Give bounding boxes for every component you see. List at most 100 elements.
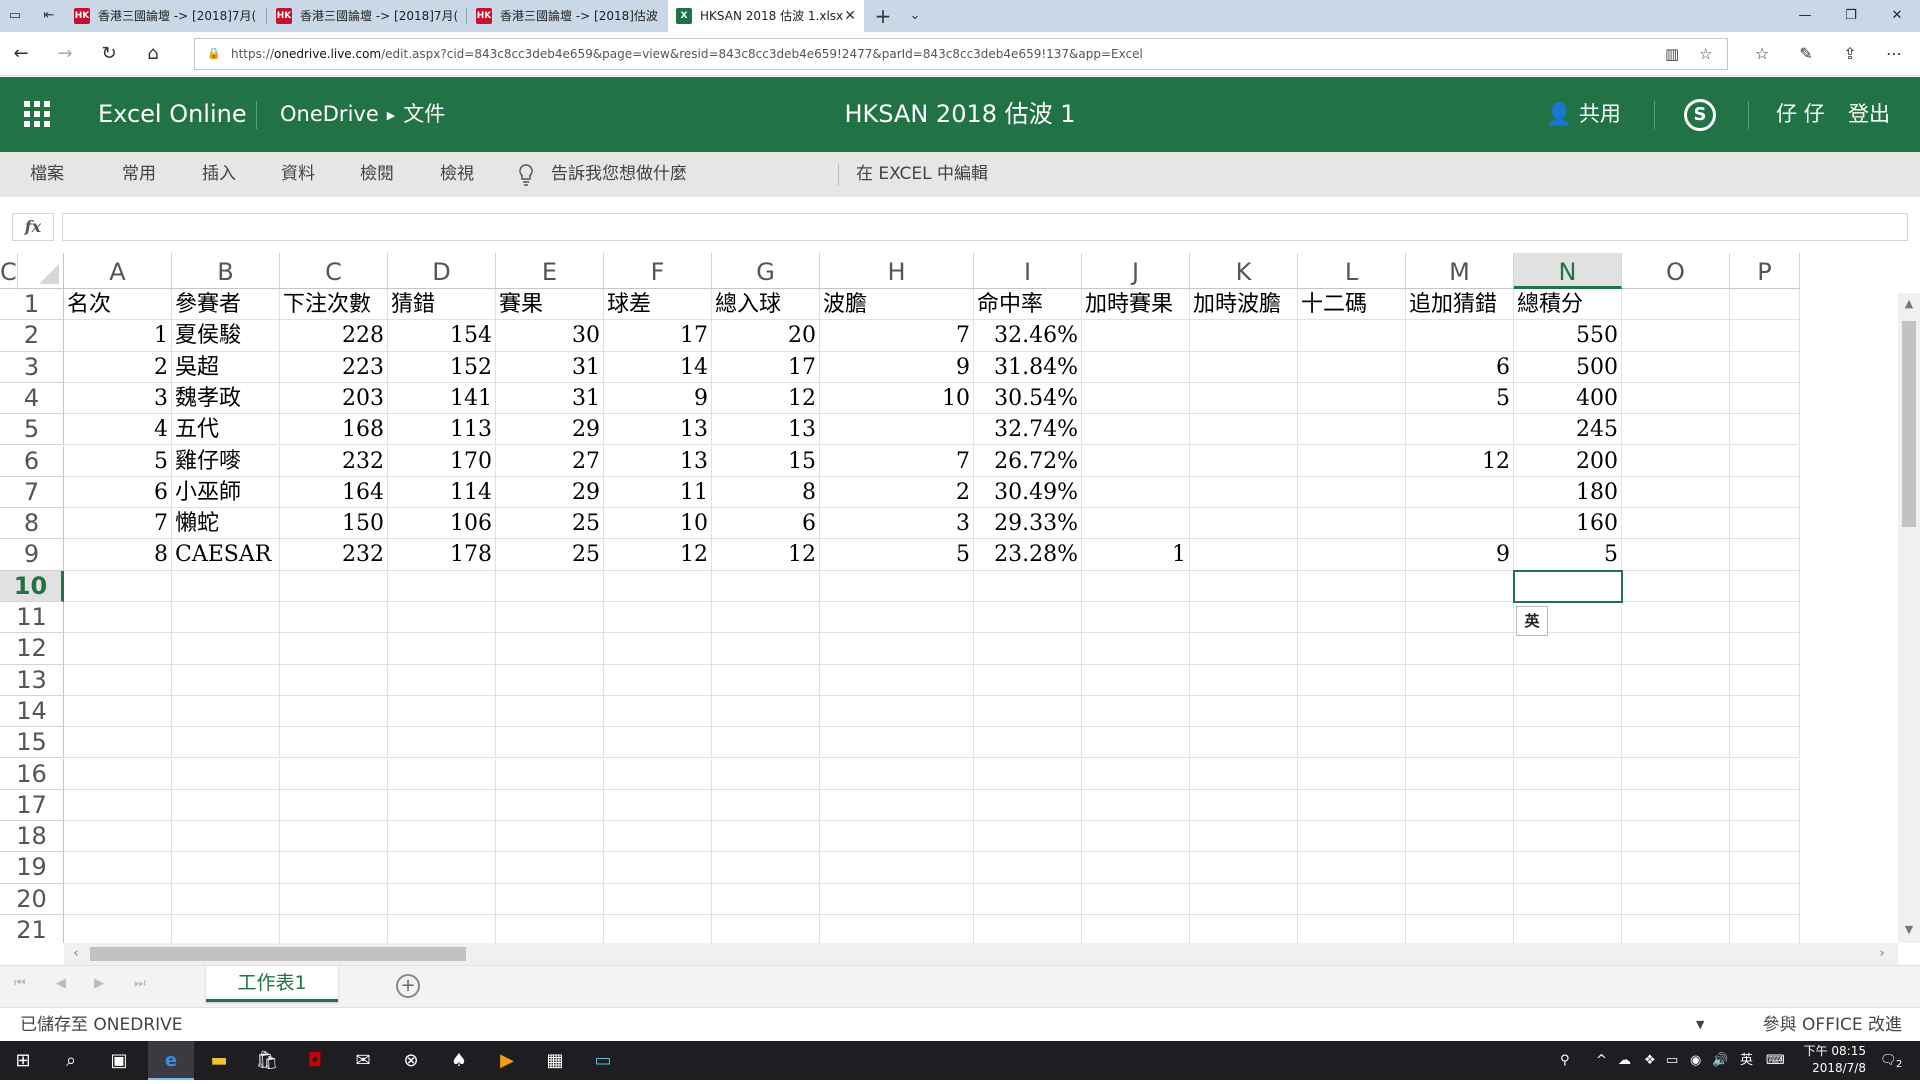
cell[interactable] [388,852,496,884]
header-cell[interactable]: 球差 [604,289,712,321]
cell[interactable] [496,664,604,696]
sheet-tab-1[interactable]: 工作表1 [206,966,338,1002]
spreadsheet-grid[interactable]: A B C D E F G H I J K L M N O P C 1 2 3 4 5 6 7 8 9 10 11 12 13 14 15 16… [0,253,1898,943]
cell[interactable] [1730,915,1800,943]
cell[interactable] [1730,351,1800,383]
cell[interactable] [280,727,388,759]
browser-tab-active[interactable]: X HKSAN 2018 估波 1.xlsx ✕ [668,0,864,32]
cell[interactable] [974,727,1082,759]
data-cell[interactable]: 夏侯駿 [172,320,280,352]
cell[interactable] [1298,883,1406,915]
cell[interactable] [1514,758,1622,790]
column-header[interactable]: O [1622,253,1730,289]
cell[interactable] [1730,539,1800,571]
cell[interactable] [820,727,974,759]
cell[interactable] [1298,821,1406,853]
data-cell[interactable]: 12 [712,382,820,415]
cell[interactable] [1730,789,1800,822]
cell[interactable] [280,758,388,790]
row-header[interactable]: 17 [0,789,64,822]
cell[interactable] [280,789,388,822]
cell[interactable] [1190,789,1298,822]
cell[interactable] [1298,664,1406,696]
scroll-left-icon[interactable]: ‹ [66,943,86,965]
cell[interactable] [1622,382,1730,415]
cell[interactable] [496,602,604,634]
close-window-icon[interactable]: ✕ [1874,0,1920,32]
cell[interactable] [1730,633,1800,665]
cell[interactable] [172,633,280,665]
data-cell[interactable]: 10 [820,382,974,415]
data-cell[interactable] [1082,351,1190,383]
cell[interactable] [1190,915,1298,943]
cell[interactable] [1082,789,1190,822]
cell[interactable] [820,852,974,884]
data-cell[interactable]: 23.28% [974,539,1082,571]
document-title[interactable]: HKSAN 2018 估波 1 [760,77,1160,152]
dropbox-tray-icon[interactable]: ❖ [1644,1041,1656,1080]
cell[interactable] [1406,570,1514,602]
data-cell[interactable] [1406,320,1514,352]
data-cell[interactable]: 114 [388,476,496,509]
cell[interactable] [712,570,820,602]
cell[interactable] [1082,664,1190,696]
column-header[interactable]: H [820,253,974,289]
cell[interactable] [1298,633,1406,665]
row-header[interactable]: 3 [0,351,64,383]
row-header[interactable]: 19 [0,852,64,884]
reading-view-icon[interactable]: ▥ [1665,39,1679,69]
cell[interactable] [496,883,604,915]
refresh-icon[interactable]: ↻ [92,32,126,76]
mail-icon[interactable]: ✉ [340,1041,386,1080]
data-cell[interactable]: 170 [388,445,496,477]
header-cell[interactable]: 追加猜錯 [1406,289,1514,321]
cell[interactable] [1298,915,1406,943]
row-header[interactable]: 1 [0,289,64,321]
data-cell[interactable]: 152 [388,351,496,383]
cell[interactable] [820,789,974,822]
data-cell[interactable]: 29 [496,414,604,446]
cell[interactable] [1190,570,1298,602]
vertical-scroll-thumb[interactable] [1902,321,1916,527]
data-cell[interactable]: 25 [496,539,604,571]
cell[interactable] [388,789,496,822]
breadcrumb-onedrive[interactable]: OneDrive [280,102,379,126]
cell[interactable] [172,695,280,728]
data-cell[interactable]: 27 [496,445,604,477]
cell[interactable] [712,883,820,915]
data-cell[interactable]: 5 [1514,539,1622,571]
cell[interactable] [712,664,820,696]
data-cell[interactable]: 吳超 [172,351,280,383]
browser-tab-1[interactable]: HK 香港三國論壇 -> [2018]7月( [66,0,266,32]
data-cell[interactable]: 113 [388,414,496,446]
people-icon[interactable]: ⚲ [1560,1041,1570,1080]
cell[interactable] [280,602,388,634]
header-cell[interactable]: 加時波膽 [1190,289,1298,321]
data-cell[interactable]: 550 [1514,320,1622,352]
cell[interactable] [1406,602,1514,634]
header-cell[interactable]: 波膽 [820,289,974,321]
cell[interactable] [604,602,712,634]
data-cell[interactable]: 168 [280,414,388,446]
header-cell[interactable]: 命中率 [974,289,1082,321]
cell[interactable] [1190,758,1298,790]
data-cell[interactable] [820,414,974,446]
data-cell[interactable] [1190,414,1298,446]
header-cell[interactable]: 名次 [64,289,172,321]
cell[interactable] [1082,915,1190,943]
data-cell[interactable]: 3 [64,382,172,415]
cell[interactable] [1730,445,1800,477]
row-header[interactable]: 14 [0,695,64,728]
row-header[interactable]: 11 [0,602,64,634]
data-cell[interactable]: 141 [388,382,496,415]
cell[interactable] [64,727,172,759]
data-cell[interactable]: 2 [64,351,172,383]
row-header[interactable]: 16 [0,758,64,790]
cell[interactable] [1514,852,1622,884]
cell[interactable] [712,633,820,665]
cell[interactable] [496,915,604,943]
data-cell[interactable]: 2 [820,476,974,509]
column-header[interactable]: J [1082,253,1190,289]
cell[interactable] [1730,508,1800,540]
data-cell[interactable] [1298,476,1406,509]
